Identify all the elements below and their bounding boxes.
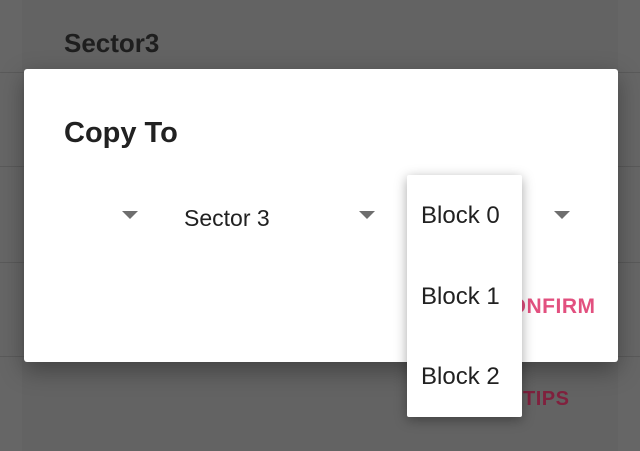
dropdown-option-block-2[interactable]: Block 2	[407, 337, 522, 417]
chevron-down-icon	[359, 211, 375, 219]
copy-to-dialog: Copy To Sector 3 CONFIRM	[24, 69, 618, 362]
block-dropdown-menu: Block 0 Block 1 Block 2	[407, 175, 522, 417]
dropdown-option-block-1[interactable]: Block 1	[407, 257, 522, 337]
tips-button[interactable]: TIPS	[523, 388, 569, 411]
dropdown-option-block-0[interactable]: Block 0	[407, 175, 522, 257]
sector-number-spinner-value: Sector 3	[184, 205, 270, 231]
dialog-title: Copy To	[64, 117, 178, 149]
chevron-down-icon	[554, 211, 570, 219]
background-section-title: Sector3	[64, 28, 160, 58]
chevron-down-icon	[122, 211, 138, 219]
